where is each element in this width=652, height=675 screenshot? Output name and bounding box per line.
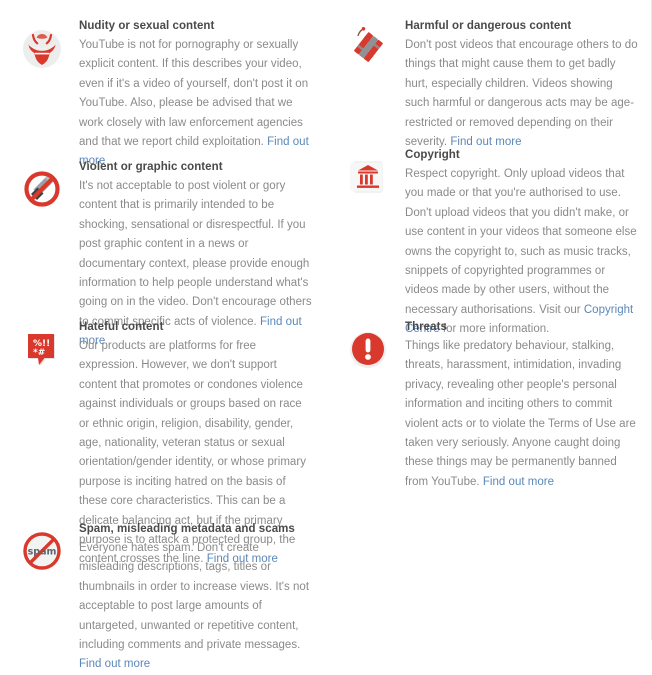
guideline-body: Things like predatory behaviour, stalkin… bbox=[405, 337, 638, 492]
guideline-body: Respect copyright. Only upload videos th… bbox=[405, 165, 638, 340]
guideline-harmful: Harmful or dangerous content Don't post … bbox=[326, 18, 652, 152]
bikini-icon bbox=[15, 21, 69, 75]
guideline-body-text: Everyone hates spam. Don't create mislea… bbox=[79, 542, 310, 652]
guideline-link[interactable]: Find out more bbox=[79, 658, 150, 670]
guideline-title: Nudity or sexual content bbox=[79, 20, 215, 32]
no-knife-icon bbox=[15, 162, 69, 216]
exclamation-circle-icon bbox=[341, 322, 395, 376]
svg-text:spam: spam bbox=[28, 547, 57, 558]
guideline-link[interactable]: Find out more bbox=[483, 476, 554, 488]
speech-bubble-censored-icon: %!! *# bbox=[15, 322, 69, 376]
guideline-spam: spam Spam, misleading metadata and scams… bbox=[0, 521, 326, 675]
svg-text:*#: *# bbox=[33, 348, 45, 358]
guideline-nudity: Nudity or sexual content YouTube is not … bbox=[0, 18, 326, 172]
dynamite-icon bbox=[341, 21, 395, 75]
guideline-title: Hateful content bbox=[79, 321, 164, 333]
guideline-copyright: Copyright Respect copyright. Only upload… bbox=[326, 147, 652, 340]
guideline-body: Everyone hates spam. Don't create mislea… bbox=[79, 539, 312, 675]
guideline-title: Spam, misleading metadata and scams bbox=[79, 523, 295, 535]
guidelines-grid: Nudity or sexual content YouTube is not … bbox=[0, 0, 652, 670]
guideline-title: Threats bbox=[405, 321, 447, 333]
guideline-body-text: Things like predatory behaviour, stalkin… bbox=[405, 340, 636, 488]
guideline-title: Harmful or dangerous content bbox=[405, 20, 572, 32]
guideline-body: YouTube is not for pornography or sexual… bbox=[79, 36, 312, 172]
guideline-body: Don't post videos that encourage others … bbox=[405, 36, 638, 152]
guideline-body-text: Don't post videos that encourage others … bbox=[405, 39, 638, 149]
guideline-body-text: YouTube is not for pornography or sexual… bbox=[79, 39, 309, 149]
guideline-body-text: Respect copyright. Only upload videos th… bbox=[405, 168, 637, 316]
guideline-title: Violent or graphic content bbox=[79, 161, 223, 173]
guideline-title: Copyright bbox=[405, 149, 460, 161]
guideline-body-text: It's not acceptable to post violent or g… bbox=[79, 180, 312, 328]
guideline-threats: Threats Things like predatory behaviour,… bbox=[326, 319, 652, 492]
courthouse-scroll-icon bbox=[341, 150, 395, 204]
community-guidelines-page: Nudity or sexual content YouTube is not … bbox=[0, 0, 652, 670]
no-spam-icon: spam bbox=[15, 524, 69, 578]
